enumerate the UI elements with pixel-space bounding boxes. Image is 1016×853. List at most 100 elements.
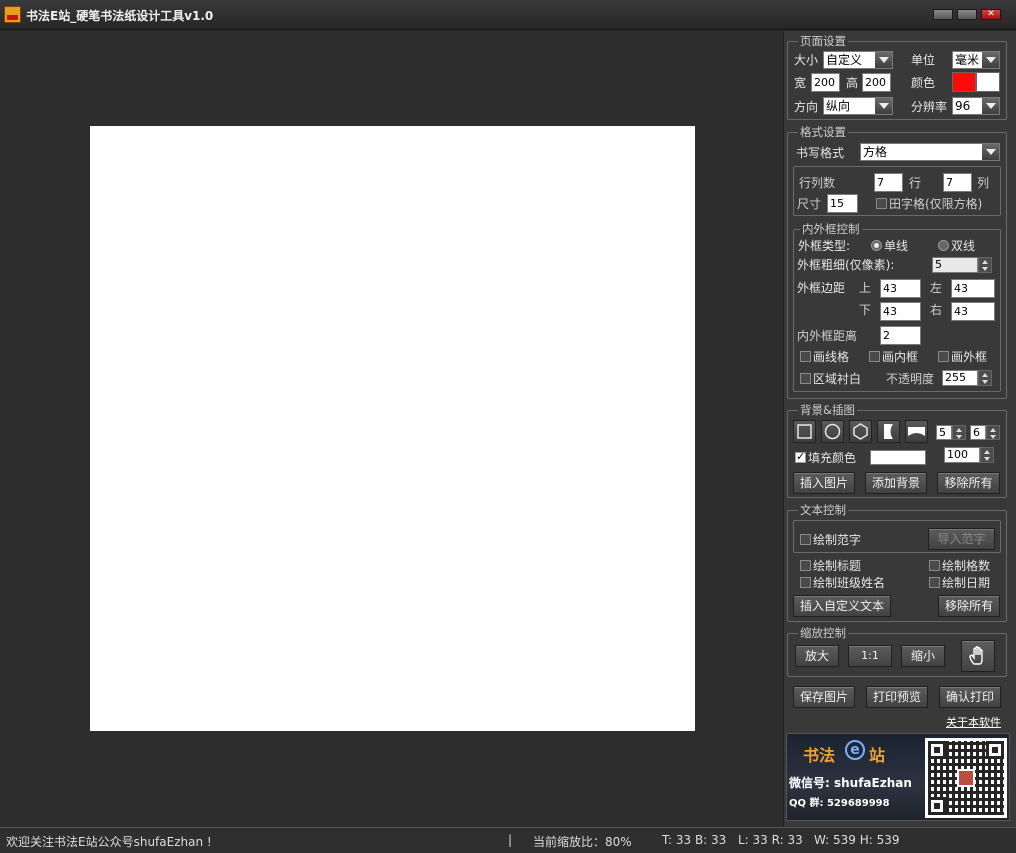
hexagon-shape-button[interactable] [849,420,872,443]
remove-all-text-button[interactable]: 移除所有 [938,595,1000,617]
size-select[interactable]: 自定义 [823,51,893,69]
minimize-button[interactable] [933,9,953,20]
about-link[interactable]: 关于本软件 [946,714,1001,730]
region-white-label: 区域衬白 [813,372,862,386]
draw-grid-checkbox[interactable] [800,351,811,362]
banner-shape-button[interactable] [905,420,928,443]
inner-outer-distance-label: 内外框距离 [797,329,858,343]
banner-wechat: 微信号: shufaEzhan [789,776,912,790]
bg-spin-1-input[interactable]: 5 [936,425,952,440]
bg-spin-2-input[interactable]: 6 [970,425,986,440]
maximize-button[interactable] [957,9,977,20]
rows-input[interactable]: 7 [874,173,903,192]
zoom-in-button[interactable]: 放大 [795,645,839,667]
banner-qq: QQ 群: 529689998 [789,798,890,809]
print-preview-button[interactable]: 打印预览 [866,686,928,708]
add-background-button[interactable]: 添加背景 [865,472,927,494]
bracket-shape-icon [884,424,893,439]
cols-input[interactable]: 7 [943,173,972,192]
writing-style-select[interactable]: 方格 [860,143,1000,161]
pan-tool-button[interactable] [961,640,995,672]
draw-date-checkbox[interactable] [929,577,940,588]
draw-inner-checkbox[interactable] [869,351,880,362]
remove-all-background-button[interactable]: 移除所有 [937,472,1000,494]
draw-class-name-label: 绘制班级姓名 [813,576,886,590]
single-line-radio[interactable] [871,240,882,251]
draw-sample-label: 绘制范字 [813,533,862,547]
bracket-shape-button[interactable] [877,420,900,443]
draw-class-name-checkbox[interactable] [800,577,811,588]
square-shape-button[interactable] [793,420,816,443]
tianzige-checkbox[interactable] [876,198,887,209]
width-input[interactable]: 200 [811,73,840,92]
right-margin-label: 右 [930,303,943,317]
unit-select[interactable]: 毫米 [952,51,1000,69]
right-margin-input[interactable]: 43 [951,302,995,321]
close-button[interactable]: ✕ [981,9,1001,20]
opacity-input[interactable]: 255 [942,370,978,386]
fill-color-checkbox[interactable] [795,450,806,463]
paper-preview[interactable] [90,126,695,731]
e-logo-icon: e [845,740,865,760]
status-separator: | [508,833,513,847]
banner-shape-icon [908,427,925,436]
cell-size-input[interactable]: 15 [827,194,858,213]
promo-banner[interactable]: 书法 e 站 微信号: shufaEzhan QQ 群: 529689998 [786,733,1010,821]
fill-color-swatch[interactable] [870,450,926,465]
orientation-select[interactable]: 纵向 [823,97,893,115]
fill-opacity-spinner[interactable] [980,447,994,463]
width-label: 宽 [794,76,807,90]
zoom-out-button[interactable]: 缩小 [901,645,945,667]
rows-cols-label: 行列数 [799,176,836,190]
status-width-height: W: 539 H: 539 [814,833,900,847]
cols-unit: 列 [977,176,990,190]
inner-outer-distance-input[interactable]: 2 [880,326,921,345]
import-sample-button[interactable]: 导入范字 [928,528,995,550]
resolution-label: 分辨率 [911,100,948,114]
draw-title-checkbox[interactable] [800,560,811,571]
fill-opacity-input[interactable]: 100 [944,447,980,463]
outer-type-label: 外框类型: [798,239,851,253]
insert-image-button[interactable]: 插入图片 [793,472,855,494]
outer-width-label: 外框粗细(仅像素): [797,258,895,272]
outer-width-spinner[interactable] [978,257,992,273]
text-control-title: 文本控制 [798,503,848,517]
single-line-label: 单线 [884,239,909,253]
double-line-radio[interactable] [938,240,949,251]
hexagon-shape-icon [853,423,868,440]
left-margin-input[interactable]: 43 [951,279,995,298]
save-image-button[interactable]: 保存图片 [793,686,855,708]
primary-color-swatch[interactable] [952,72,976,92]
status-bar: 欢迎关注书法E站公众号shufaEzhan ! | 当前缩放比：80% T: 3… [0,827,1016,853]
region-white-checkbox[interactable] [800,373,811,384]
confirm-print-button[interactable]: 确认打印 [939,686,1001,708]
bottom-margin-input[interactable]: 43 [880,302,921,321]
square-shape-icon [797,424,812,439]
draw-sample-checkbox[interactable] [800,534,811,545]
height-input[interactable]: 200 [862,73,891,92]
secondary-color-swatch[interactable] [976,72,1000,92]
status-welcome: 欢迎关注书法E站公众号shufaEzhan ! [6,835,212,849]
bg-spin-2-spinner[interactable] [986,425,1000,440]
resolution-select[interactable]: 96 [952,97,1000,115]
color-label: 颜色 [911,76,936,90]
height-label: 高 [846,76,859,90]
draw-title-label: 绘制标题 [813,559,862,573]
background-title: 背景&插图 [798,403,857,417]
draw-grid-count-checkbox[interactable] [929,560,940,571]
top-margin-input[interactable]: 43 [880,279,921,298]
insert-custom-text-button[interactable]: 插入自定义文本 [793,595,891,617]
bg-spin-1-spinner[interactable] [952,425,966,440]
title-bar: 书法E站_硬笔书法纸设计工具v1.0 ✕ [0,0,1016,30]
draw-outer-checkbox[interactable] [938,351,949,362]
canvas-area[interactable] [0,31,783,827]
actual-size-button[interactable]: 1:1 [848,645,892,667]
outer-width-input[interactable]: 5 [932,257,978,273]
draw-grid-count-label: 绘制格数 [942,559,991,573]
status-top-bottom: T: 33 B: 33 [662,833,727,847]
hand-icon [969,646,983,665]
tianzige-label: 田字格(仅限方格) [889,197,983,211]
opacity-spinner[interactable] [978,370,992,386]
chevron-down-icon [982,98,999,114]
circle-shape-button[interactable] [821,420,844,443]
